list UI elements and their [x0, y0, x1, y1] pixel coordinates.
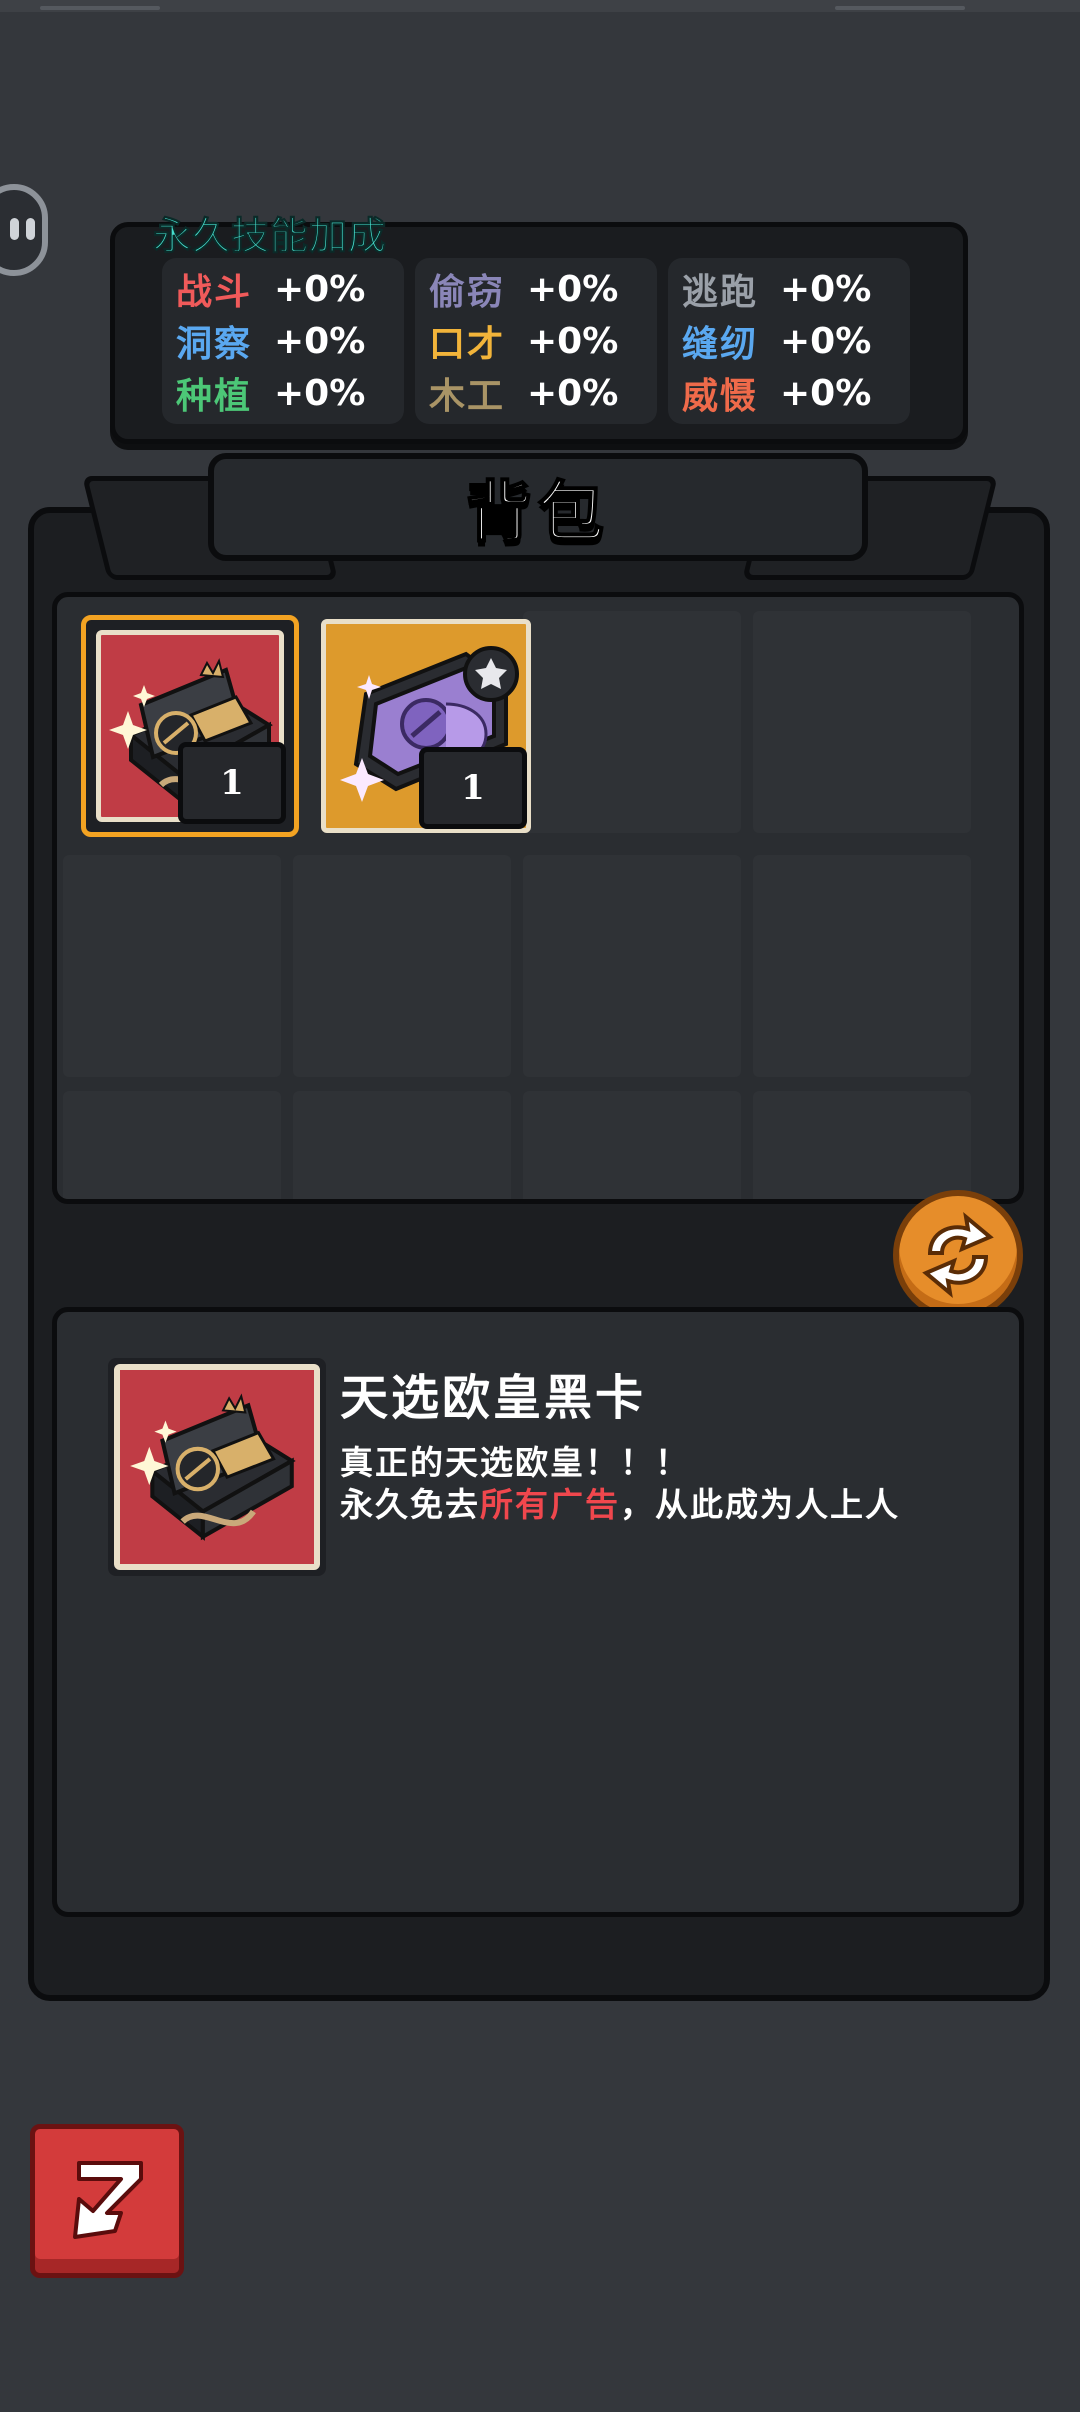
side-character-peek-icon[interactable] — [0, 184, 48, 276]
inventory-slot-empty[interactable] — [523, 855, 741, 1077]
skill-value: +0% — [274, 268, 366, 310]
inventory-slot-empty[interactable] — [293, 1091, 511, 1199]
detail-description-line-1: 真正的天选欧皇！！！ — [340, 1443, 690, 1482]
back-button[interactable] — [30, 2124, 184, 2278]
inventory-slot-empty[interactable] — [293, 855, 511, 1077]
skill-value: +0% — [527, 320, 619, 362]
skill-name: 种植 — [176, 376, 253, 417]
skill-row-insight: 洞察 +0% — [176, 316, 365, 366]
skill-name: 逃跑 — [682, 272, 759, 313]
skill-value: +0% — [780, 320, 872, 362]
skill-name: 偷窃 — [429, 272, 506, 313]
skill-row-escape: 逃跑 +0% — [682, 264, 871, 314]
skill-bonus-title: 永久技能加成 — [152, 214, 388, 259]
inventory-slot-empty[interactable] — [523, 1091, 741, 1199]
skill-value: +0% — [780, 372, 872, 414]
skill-row-intimidate: 威慑 +0% — [682, 368, 871, 418]
skill-value: +0% — [780, 268, 872, 310]
skill-name: 洞察 — [176, 324, 253, 365]
inventory-slot-purple-card[interactable]: 1 — [317, 615, 535, 837]
inventory-slot-black-card[interactable]: 1 — [81, 615, 299, 837]
inventory-slot-empty[interactable] — [523, 611, 741, 833]
skill-row-woodwork: 木工 +0% — [429, 368, 618, 418]
desc-text: ，从此成为人上人 — [620, 1485, 900, 1524]
black-card-gift-box-icon — [114, 1364, 320, 1570]
skill-name: 木工 — [429, 376, 506, 417]
status-bar-strip — [0, 0, 1080, 12]
inventory-slot-empty[interactable] — [753, 855, 971, 1077]
skill-row-eloquence: 口才 +0% — [429, 316, 618, 366]
back-arrow-icon — [73, 2161, 143, 2239]
backpack-title: 背包 — [465, 473, 610, 552]
refresh-sort-button[interactable] — [893, 1190, 1023, 1320]
detail-description-line-2: 永久免去所有广告，从此成为人上人 — [340, 1478, 900, 1526]
desc-highlight: 所有广告 — [480, 1485, 620, 1524]
skill-row-sewing: 缝纫 +0% — [682, 316, 871, 366]
refresh-arrows-icon — [922, 1212, 994, 1298]
skill-row-steal: 偷窃 +0% — [429, 264, 618, 314]
skill-row-combat: 战斗 +0% — [176, 264, 365, 314]
skill-value: +0% — [527, 372, 619, 414]
inventory-slot-empty[interactable] — [63, 855, 281, 1077]
detail-item-icon — [108, 1358, 326, 1576]
backpack-title-banner: 背包 — [208, 453, 868, 561]
item-count-badge: 1 — [419, 747, 527, 829]
inventory-slot-empty[interactable] — [753, 1091, 971, 1199]
detail-item-name: 天选欧皇黑卡 — [340, 1370, 647, 1426]
desc-text: 永久免去 — [340, 1485, 480, 1524]
inventory-slot-empty[interactable] — [753, 611, 971, 833]
inventory-grid: 1 1 — [52, 592, 1024, 1204]
skill-value: +0% — [527, 268, 619, 310]
skill-group-2: 偷窃 +0% 口才 +0% 木工 +0% — [415, 258, 657, 424]
skill-name: 战斗 — [176, 272, 253, 313]
inventory-slot-empty[interactable] — [63, 1091, 281, 1199]
skill-row-planting: 种植 +0% — [176, 368, 365, 418]
skill-name: 口才 — [429, 324, 506, 365]
skill-value: +0% — [274, 320, 366, 362]
item-count-badge: 1 — [178, 742, 286, 824]
skill-group-1: 战斗 +0% 洞察 +0% 种植 +0% — [162, 258, 404, 424]
skill-group-3: 逃跑 +0% 缝纫 +0% 威慑 +0% — [668, 258, 910, 424]
skill-name: 缝纫 — [682, 324, 759, 365]
skill-name: 威慑 — [682, 376, 759, 417]
skill-value: +0% — [274, 372, 366, 414]
